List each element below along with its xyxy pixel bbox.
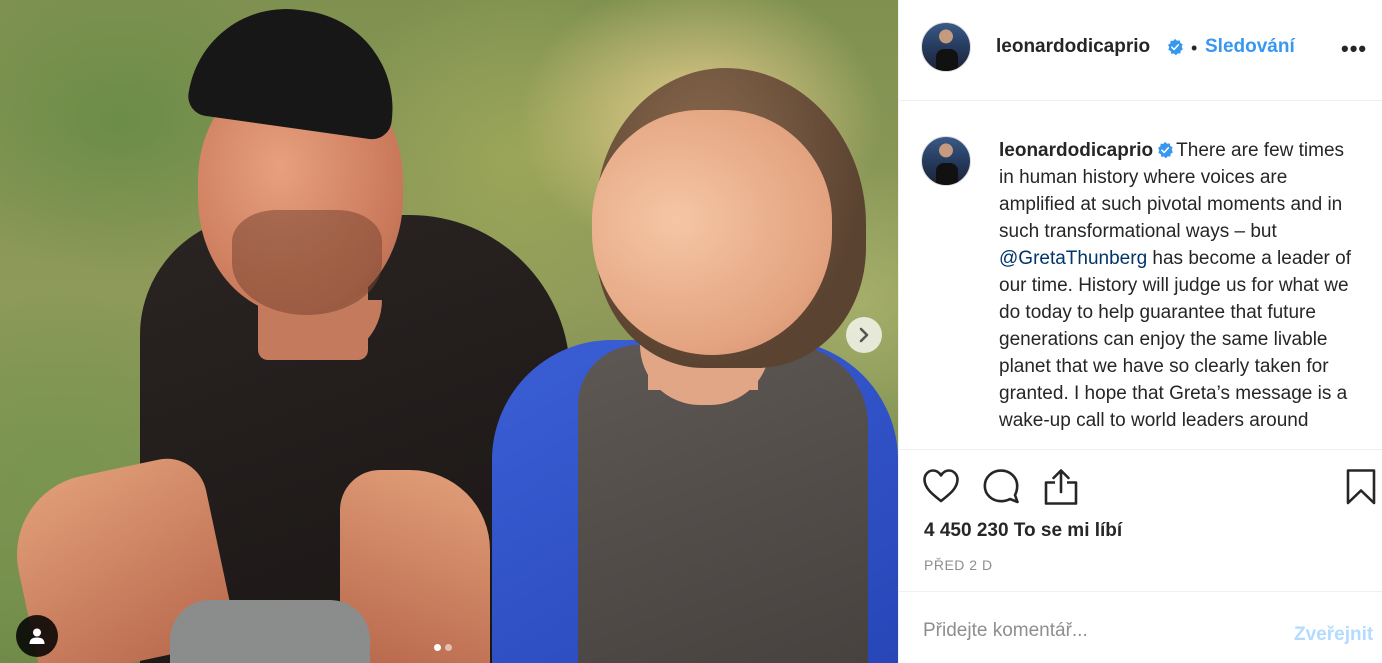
comment-input[interactable] [923,616,1283,646]
comment-button[interactable] [982,468,1020,509]
more-options-button[interactable]: ••• [1341,36,1367,62]
heart-icon [923,469,959,503]
share-button[interactable] [1042,468,1080,511]
header-separator: • [1191,38,1198,58]
author-username[interactable]: leonardodicaprio [996,36,1150,58]
photo-man-pants [170,600,370,663]
post-header: leonardodicaprio • Sledování ••• [899,0,1382,101]
share-icon [1044,469,1078,505]
post-side-panel: leonardodicaprio • Sledování ••• leonard… [898,0,1382,663]
following-button[interactable]: Sledování [1205,36,1295,58]
publish-comment-button[interactable]: Zveřejnit [1294,624,1373,646]
comments-area[interactable]: leonardodicaprio There are few times in … [899,101,1382,450]
add-comment-bar: Zveřejnit [899,591,1382,663]
user-tag-icon [29,628,45,644]
verified-badge-icon [1158,141,1174,159]
like-button[interactable] [922,468,960,509]
comment-icon [983,469,1019,504]
author-avatar[interactable] [921,22,971,72]
bookmark-icon [1346,469,1376,505]
caption-username[interactable]: leonardodicaprio [999,140,1153,161]
carousel-dot-1 [434,644,441,651]
user-tags-button[interactable] [16,615,58,657]
caption-text-end: has become a leader of our time. History… [999,248,1351,431]
post-caption: leonardodicaprio There are few times in … [999,137,1361,434]
caption-mention-link[interactable]: @GretaThunberg [999,248,1147,269]
carousel-next-button[interactable] [846,317,882,353]
carousel-dots [434,644,452,651]
chevron-right-icon [859,327,869,343]
verified-badge-icon [1168,38,1183,56]
likes-count[interactable]: 4 450 230 To se mi líbí [924,520,1122,542]
post-timestamp[interactable]: PŘED 2 D [924,557,993,573]
photo-man-beard [232,210,382,315]
carousel-dot-2 [445,644,452,651]
save-button[interactable] [1345,468,1377,511]
caption-author-avatar[interactable] [921,136,971,186]
post-photo[interactable] [0,0,898,663]
photo-girl-face [592,110,832,355]
post-actions [899,460,1382,512]
